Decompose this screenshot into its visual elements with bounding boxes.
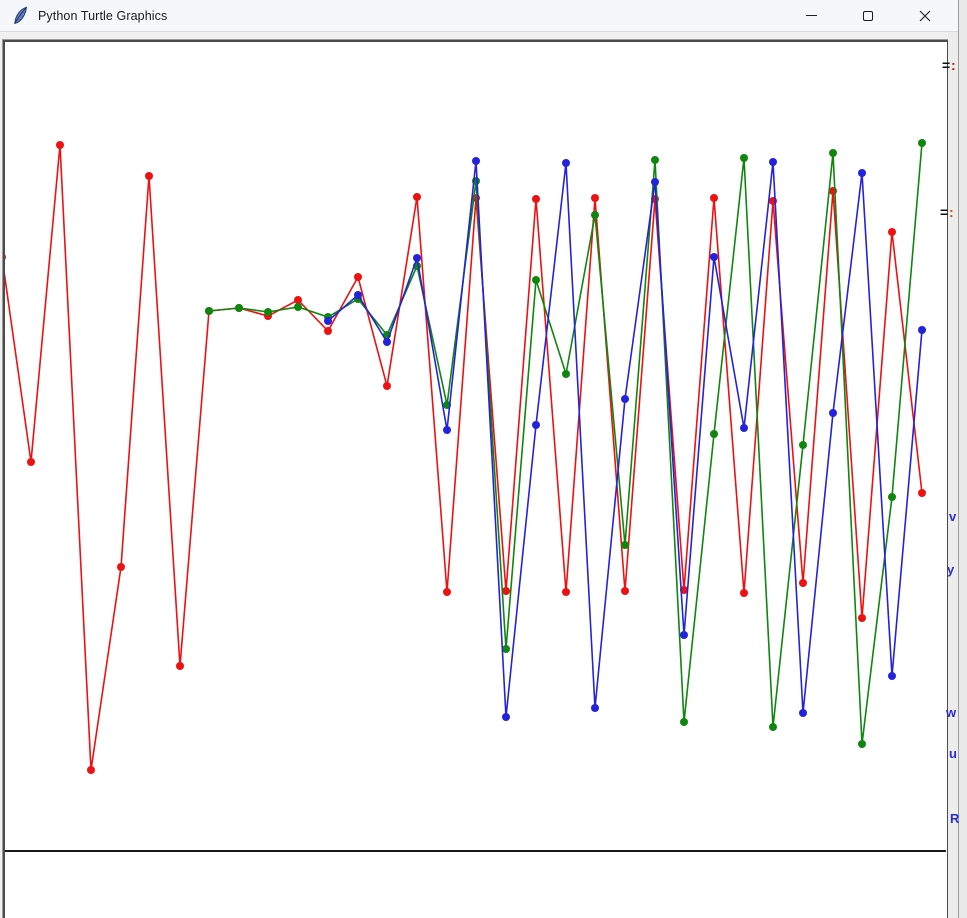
red-data-point — [5, 253, 6, 261]
background-app-strip — [958, 0, 967, 918]
green-data-point — [888, 493, 896, 501]
green-data-point — [858, 740, 866, 748]
red-data-point — [324, 327, 332, 335]
clipped-text-fragment: : — [951, 58, 955, 72]
red-data-point — [354, 273, 362, 281]
clipped-text-fragment: = — [942, 58, 949, 72]
blue-data-point — [591, 704, 599, 712]
tk-feather-icon — [12, 6, 29, 25]
red-data-point — [145, 172, 153, 180]
window-edge-strip — [948, 32, 958, 918]
blue-data-point — [383, 338, 391, 346]
red-data-point — [799, 579, 807, 587]
blue-data-point — [799, 709, 807, 717]
green-data-point — [205, 307, 213, 315]
green-data-point — [680, 718, 688, 726]
red-data-point — [413, 193, 421, 201]
turtle-drawing-canvas — [3, 40, 949, 918]
green-data-point — [799, 441, 807, 449]
close-button[interactable] — [902, 0, 948, 31]
turtle-plot — [5, 42, 947, 918]
red-data-point — [532, 195, 540, 203]
red-data-point — [443, 588, 451, 596]
blue-data-point — [502, 713, 510, 721]
green-data-point — [829, 149, 837, 157]
red-series-line — [5, 145, 922, 770]
blue-data-point — [888, 672, 896, 680]
red-data-point — [56, 141, 64, 149]
blue-data-point — [532, 421, 540, 429]
red-data-point — [591, 194, 599, 202]
clipped-text-fragment: = — [940, 205, 947, 219]
window-title: Python Turtle Graphics — [38, 9, 167, 23]
clipped-text-fragment: v — [949, 510, 956, 523]
red-data-point — [621, 587, 629, 595]
green-data-point — [651, 156, 659, 164]
red-data-point — [294, 296, 302, 304]
green-data-point — [264, 308, 272, 316]
red-data-point — [383, 382, 391, 390]
blue-data-point — [710, 253, 718, 261]
green-data-point — [235, 304, 243, 312]
clipped-text-fragment: : — [949, 205, 953, 219]
red-data-point — [888, 228, 896, 236]
green-data-point — [740, 154, 748, 162]
green-data-point — [294, 303, 302, 311]
red-data-point — [710, 194, 718, 202]
red-data-point — [562, 588, 570, 596]
green-data-point — [532, 276, 540, 284]
blue-data-point — [413, 254, 421, 262]
green-data-point — [562, 370, 570, 378]
blue-data-point — [324, 317, 332, 325]
close-icon — [919, 10, 931, 22]
minimize-icon — [806, 15, 817, 16]
red-data-point — [27, 458, 35, 466]
green-data-point — [769, 723, 777, 731]
blue-data-point — [740, 424, 748, 432]
green-data-point — [918, 139, 926, 147]
blue-data-point — [680, 631, 688, 639]
blue-data-point — [621, 395, 629, 403]
clipped-text-fragment: w — [946, 706, 956, 719]
red-data-point — [87, 766, 95, 774]
maximize-icon — [863, 11, 873, 21]
blue-data-point — [858, 169, 866, 177]
green-series-line — [209, 143, 922, 744]
red-data-point — [117, 563, 125, 571]
blue-data-point — [472, 157, 480, 165]
clipped-text-fragment: R — [950, 812, 959, 825]
red-data-point — [176, 662, 184, 670]
blue-data-point — [354, 291, 362, 299]
blue-data-point — [829, 409, 837, 417]
maximize-button[interactable] — [845, 0, 891, 31]
clipped-text-fragment: u — [949, 747, 957, 760]
minimize-button[interactable] — [788, 0, 834, 31]
clipped-text-fragment: y — [947, 563, 954, 576]
blue-data-point — [651, 178, 659, 186]
blue-series-line — [328, 161, 922, 717]
red-data-point — [918, 489, 926, 497]
green-data-point — [591, 211, 599, 219]
green-data-point — [621, 541, 629, 549]
blue-data-point — [562, 159, 570, 167]
blue-data-point — [443, 426, 451, 434]
blue-data-point — [918, 326, 926, 334]
blue-data-point — [769, 158, 777, 166]
red-data-point — [858, 614, 866, 622]
green-data-point — [710, 430, 718, 438]
red-data-point — [740, 589, 748, 597]
